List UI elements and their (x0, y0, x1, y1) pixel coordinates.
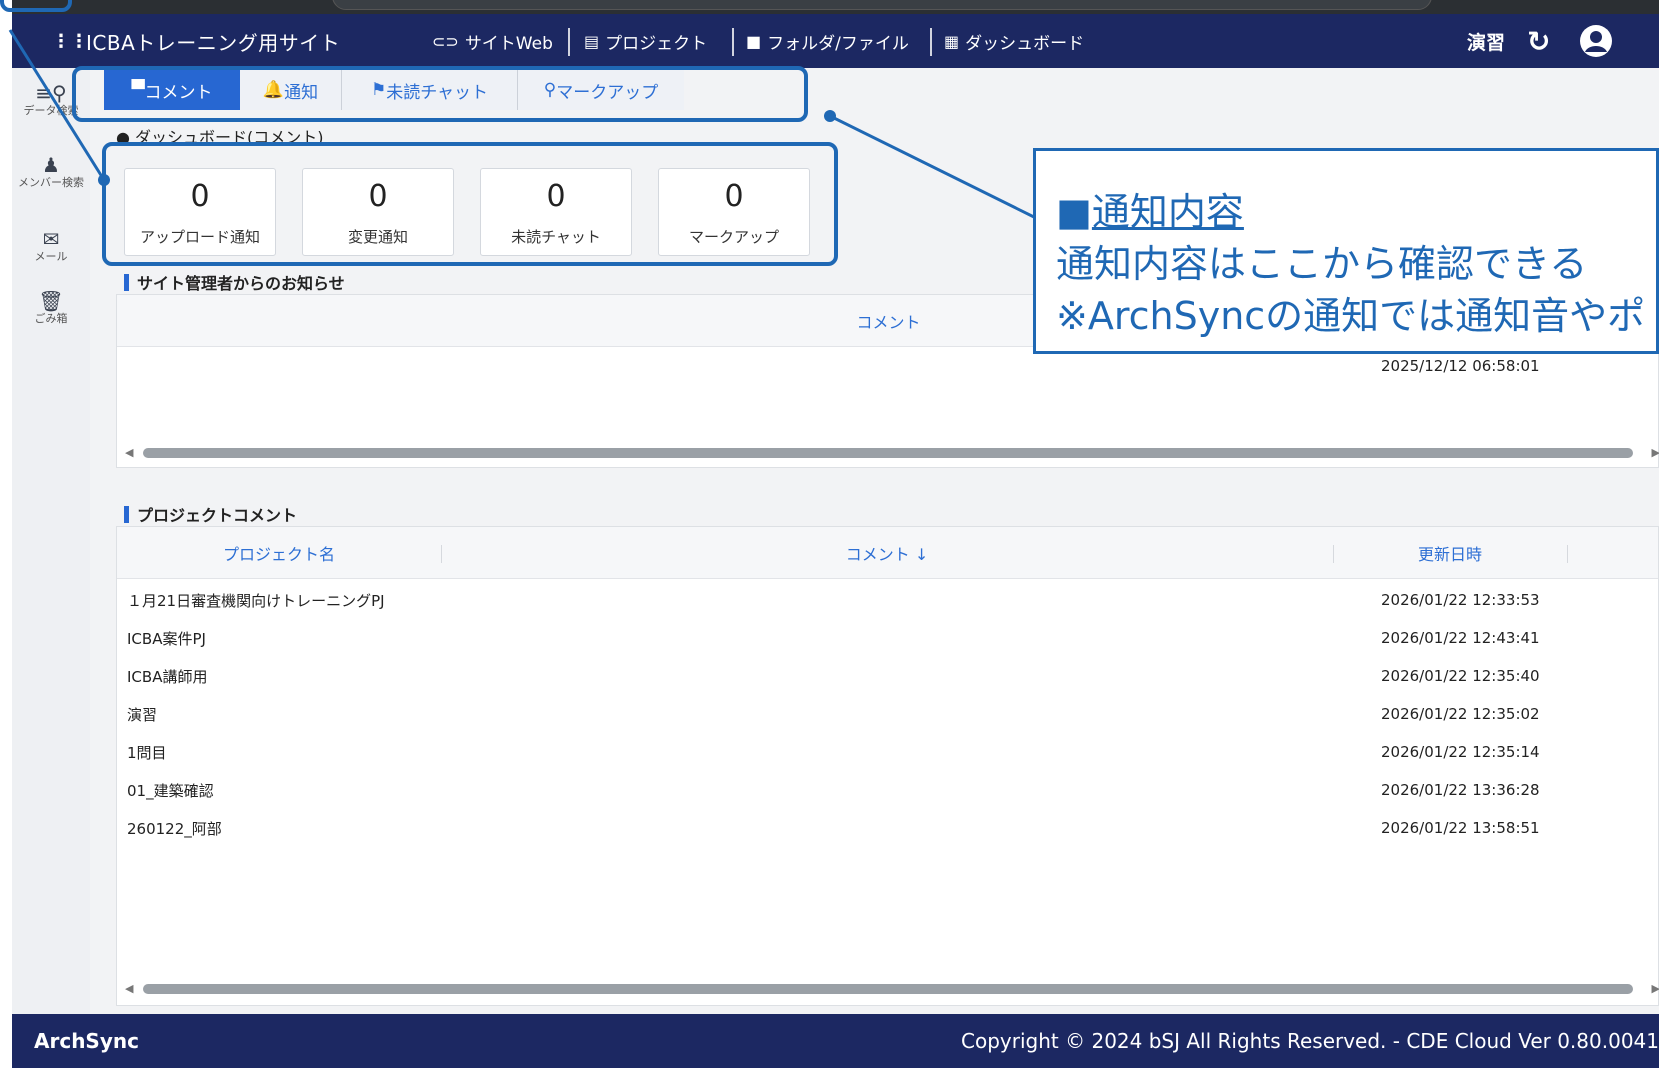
project-comments-title: プロジェクトコメント (124, 502, 297, 526)
nav-label: サイトWeb (464, 33, 553, 54)
nav-label: フォルダ/ファイル (767, 33, 909, 54)
column-header-comment[interactable]: コメント ↓ (442, 527, 1332, 579)
sidebar-item-label: メール (34, 250, 68, 263)
updated-cell: 2026/01/22 12:35:14 (1381, 743, 1540, 761)
section-title-text: サイト管理者からのお知らせ (137, 274, 345, 293)
project-comments-table: プロジェクト名 コメント ↓ 更新日時 １月21日審査機関向けトレーニングPJ … (116, 526, 1659, 1006)
browser-chrome (12, 0, 1659, 14)
footer-copyright: Copyright © 2024 bSJ All Rights Reserved… (961, 1029, 1659, 1053)
table-row[interactable]: 260122_阿部 2026/01/22 13:58:51 (117, 809, 1658, 847)
nav-label: プロジェクト (605, 33, 708, 54)
column-header-updated[interactable]: 更新日時 (1334, 527, 1566, 579)
table-row[interactable]: 演習 2026/01/22 12:35:02 (117, 695, 1658, 733)
project-name-cell: ICBA講師用 (127, 667, 208, 686)
grid-icon[interactable]: ⋮⋮ (52, 14, 88, 68)
horizontal-scrollbar[interactable]: ◀ ▶ (125, 981, 1659, 995)
refresh-icon[interactable]: ↻ (1527, 14, 1550, 68)
scroll-thumb[interactable] (143, 448, 1633, 458)
mail-icon: ✉ (42, 227, 60, 251)
project-name-cell: １月21日審査機関向けトレーニングPJ (127, 591, 385, 610)
horizontal-scrollbar[interactable]: ◀ ▶ (125, 445, 1659, 459)
address-bar[interactable] (332, 0, 1432, 10)
section-title-text: プロジェクトコメント (137, 506, 298, 525)
user-icon[interactable] (1580, 25, 1612, 57)
highlight-box-tabs (72, 66, 808, 122)
sidebar-item-label: ごみ箱 (34, 312, 68, 325)
nav-divider (930, 28, 932, 56)
site-title[interactable]: ICBAトレーニング用サイト (86, 14, 340, 68)
callout-marker: ■ (1056, 190, 1092, 234)
callout-title-text: 通知内容 (1091, 190, 1244, 234)
sidebar-item-label: メンバー検索 (18, 176, 84, 189)
scroll-thumb[interactable] (143, 984, 1633, 994)
updated-cell: 2026/01/22 13:36:28 (1381, 781, 1540, 799)
project-name-cell: 01_建築確認 (127, 781, 214, 800)
nav-divider (568, 28, 570, 56)
highlight-box-stats (102, 142, 838, 266)
callout-title: ■通知内容 (1056, 181, 1244, 236)
project-name-cell: ICBA案件PJ (127, 629, 206, 648)
sidebar-item-mail[interactable]: ✉ メール (12, 228, 90, 263)
updated-cell: 2026/01/22 13:58:51 (1381, 819, 1540, 837)
table-row[interactable]: １月21日審査機関向けトレーニングPJ 2026/01/22 12:33:53 (117, 581, 1658, 619)
member-search-icon: ♟ (42, 153, 60, 177)
nav-divider (732, 28, 734, 56)
table-header: プロジェクト名 コメント ↓ 更新日時 (117, 527, 1658, 579)
project-name-cell: 演習 (127, 705, 158, 724)
section-bar (124, 505, 129, 523)
app-header: ⋮⋮ ICBAトレーニング用サイト ⊂⊃ サイトWeb ▤ プロジェクト ■ フ… (12, 14, 1659, 68)
archive-icon: ▤ (584, 31, 600, 51)
column-divider (1567, 545, 1568, 563)
scroll-right-icon[interactable]: ▶ (1652, 446, 1659, 459)
scroll-right-icon[interactable]: ▶ (1652, 982, 1659, 995)
nav-project[interactable]: ▤ プロジェクト (584, 14, 707, 68)
table-row[interactable]: ICBA講師用 2026/01/22 12:35:40 (117, 657, 1658, 695)
nav-folder-file[interactable]: ■ フォルダ/ファイル (746, 14, 909, 68)
column-header-project-name[interactable]: プロジェクト名 (117, 527, 441, 579)
dashboard-icon: ▦ (944, 31, 960, 51)
sidebar-item-trash[interactable]: 🗑 ごみ箱 (12, 290, 90, 325)
nav-label: ダッシュボード (965, 33, 1085, 54)
project-name-cell: 260122_阿部 (127, 819, 222, 838)
project-name-cell: 1問目 (127, 743, 167, 762)
section-bar (124, 273, 129, 291)
callout-text: 通知内容はここから確認できる (1056, 242, 1588, 286)
table-row[interactable]: 1問目 2026/01/22 12:35:14 (117, 733, 1658, 771)
screenshot-root: ⋮⋮ ICBAトレーニング用サイト ⊂⊃ サイトWeb ▤ プロジェクト ■ フ… (0, 0, 1659, 1068)
admin-notice-title: サイト管理者からのお知らせ (124, 270, 345, 294)
footer-brand: ArchSync (34, 1029, 139, 1053)
app-footer: ArchSync Copyright © 2024 bSJ All Rights… (12, 1014, 1659, 1068)
sidebar-item-member-search[interactable]: ♟ メンバー検索 (12, 154, 90, 189)
updated-cell: 2026/01/22 12:33:53 (1381, 591, 1540, 609)
updated-cell: 2026/01/22 12:35:40 (1381, 667, 1540, 685)
callout-text: ※ArchSyncの通知では通知音やポ (1056, 294, 1646, 338)
annotation-callout: ■通知内容 通知内容はここから確認できる ※ArchSyncの通知では通知音やポ (1033, 148, 1659, 354)
scroll-left-icon[interactable]: ◀ (125, 982, 133, 995)
current-project[interactable]: 演習 (1467, 14, 1505, 68)
nav-site-web[interactable]: ⊂⊃ サイトWeb (432, 14, 553, 68)
highlight-box-topleft (0, 0, 72, 12)
link-icon: ⊂⊃ (432, 31, 459, 51)
table-row[interactable]: 01_建築確認 2026/01/22 13:36:28 (117, 771, 1658, 809)
sidebar: ≡⚲ データ検索 ♟ メンバー検索 ✉ メール 🗑 ごみ箱 (12, 68, 90, 1014)
folder-icon: ■ (746, 31, 762, 51)
trash-icon: 🗑 (38, 289, 64, 313)
scroll-left-icon[interactable]: ◀ (125, 446, 133, 459)
nav-dashboard[interactable]: ▦ ダッシュボード (944, 14, 1084, 68)
updated-cell: 2026/01/22 12:43:41 (1381, 629, 1540, 647)
updated-cell: 2026/01/22 12:35:02 (1381, 705, 1540, 723)
notice-date: 2025/12/12 06:58:01 (1381, 357, 1540, 375)
table-row[interactable]: ICBA案件PJ 2026/01/22 12:43:41 (117, 619, 1658, 657)
